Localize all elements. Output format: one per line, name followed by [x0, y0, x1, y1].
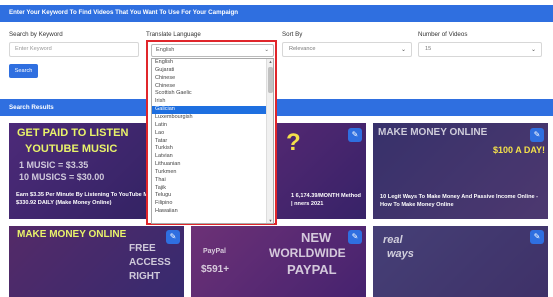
thumb-text: ?: [286, 129, 301, 156]
video-card[interactable]: MAKE MONEY ONLINE $100 A DAY! 10 Legit W…: [373, 123, 548, 219]
language-option[interactable]: Turkmen: [152, 169, 268, 177]
thumb-text: PAYPAL: [287, 262, 337, 277]
chevron-down-icon: ⌄: [530, 47, 536, 53]
count-value: 15: [425, 46, 432, 52]
scroll-up-icon[interactable]: ▲: [267, 59, 273, 64]
language-dropdown[interactable]: English ⌄ English Gujarati Chinese Chinese S…: [146, 40, 277, 225]
sort-value: Relevance: [289, 46, 316, 52]
edit-icon[interactable]: ✎: [348, 128, 362, 142]
language-option[interactable]: Luxembourgish: [152, 114, 268, 122]
thumb-text: FREE: [129, 243, 156, 254]
thumb-text: $100 A DAY!: [493, 145, 546, 155]
language-option[interactable]: Gujarati: [152, 67, 268, 75]
language-option[interactable]: Thai: [152, 177, 268, 185]
thumb-text: WORLDWIDE: [269, 246, 346, 260]
video-card[interactable]: NEW WORLDWIDE PAYPAL $591+ PayPal ✎: [191, 226, 366, 297]
edit-icon[interactable]: ✎: [530, 128, 544, 142]
video-caption: 1 6,174.39/MONTH Method | nners 2021: [291, 193, 361, 207]
keyword-placeholder: Enter Keyword: [15, 46, 52, 52]
language-option[interactable]: Latin: [152, 122, 268, 130]
language-option[interactable]: English: [152, 59, 268, 67]
scroll-down-icon[interactable]: ▼: [267, 218, 273, 223]
edit-icon[interactable]: ✎: [530, 230, 544, 244]
keyword-input[interactable]: Enter Keyword: [9, 42, 139, 57]
language-select[interactable]: English ⌄: [151, 44, 274, 57]
results-title: Search Results: [9, 104, 54, 111]
thumb-text: YOUTUBE MUSIC: [25, 143, 118, 155]
search-button[interactable]: Search: [9, 64, 38, 78]
count-label: Number of Videos: [418, 31, 468, 38]
count-select[interactable]: 15 ⌄: [418, 42, 542, 57]
language-option[interactable]: Tajik: [152, 185, 268, 193]
thumb-text: $591+: [201, 264, 230, 275]
thumb-text: ACCESS: [129, 257, 171, 268]
thumb-text: NEW: [301, 230, 332, 245]
header-bar: Enter Your Keyword To Find Videos That Y…: [0, 5, 553, 22]
chevron-down-icon: ⌄: [400, 47, 406, 53]
thumb-text: MAKE MONEY ONLINE: [378, 127, 488, 138]
listbox-scrollbar[interactable]: ▲ ▼: [266, 59, 273, 223]
language-option[interactable]: Lithuanian: [152, 161, 268, 169]
language-option[interactable]: Hawaiian: [152, 208, 268, 216]
language-option[interactable]: Tatar: [152, 138, 268, 146]
thumb-text: real: [383, 234, 403, 246]
scrollbar-thumb[interactable]: [268, 67, 273, 93]
thumb-text: MAKE MONEY ONLINE: [17, 229, 127, 240]
keyword-label: Search by Keyword: [9, 31, 63, 38]
language-listbox[interactable]: English Gujarati Chinese Chinese Scottish Ga…: [151, 58, 274, 224]
sort-select[interactable]: Relevance ⌄: [282, 42, 412, 57]
language-option[interactable]: Galician: [152, 106, 268, 114]
language-option[interactable]: Lao: [152, 130, 268, 138]
video-card[interactable]: real ways ✎: [373, 226, 548, 297]
chevron-down-icon: ⌄: [264, 47, 269, 53]
header-title: Enter Your Keyword To Find Videos That Y…: [9, 9, 239, 16]
thumb-text: ways: [387, 248, 414, 260]
language-option[interactable]: Filipino: [152, 200, 268, 208]
thumb-text: 10 MUSICS = $30.00: [19, 172, 105, 182]
thumb-text: RIGHT: [129, 271, 161, 282]
video-card[interactable]: MAKE MONEY ONLINE FREE ACCESS RIGHT ✎: [9, 226, 184, 297]
language-option[interactable]: Latvian: [152, 153, 268, 161]
language-label: Translate Language: [146, 31, 201, 38]
language-option[interactable]: Telugu: [152, 192, 268, 200]
language-option[interactable]: Irish: [152, 98, 268, 106]
thumb-text: 1 MUSIC = $3.35: [19, 160, 89, 170]
language-option[interactable]: Chinese: [152, 83, 268, 91]
language-value: English: [156, 47, 175, 53]
video-caption: 10 Legit Ways To Make Money And Passive …: [380, 194, 539, 208]
thumb-text: PayPal: [203, 248, 226, 255]
sort-label: Sort By: [282, 31, 303, 38]
language-option[interactable]: Scottish Gaelic: [152, 90, 268, 98]
language-option[interactable]: Turkish: [152, 145, 268, 153]
language-option[interactable]: Chinese: [152, 75, 268, 83]
thumb-text: GET PAID TO LISTEN: [17, 127, 129, 139]
edit-icon[interactable]: ✎: [166, 230, 180, 244]
edit-icon[interactable]: ✎: [348, 230, 362, 244]
